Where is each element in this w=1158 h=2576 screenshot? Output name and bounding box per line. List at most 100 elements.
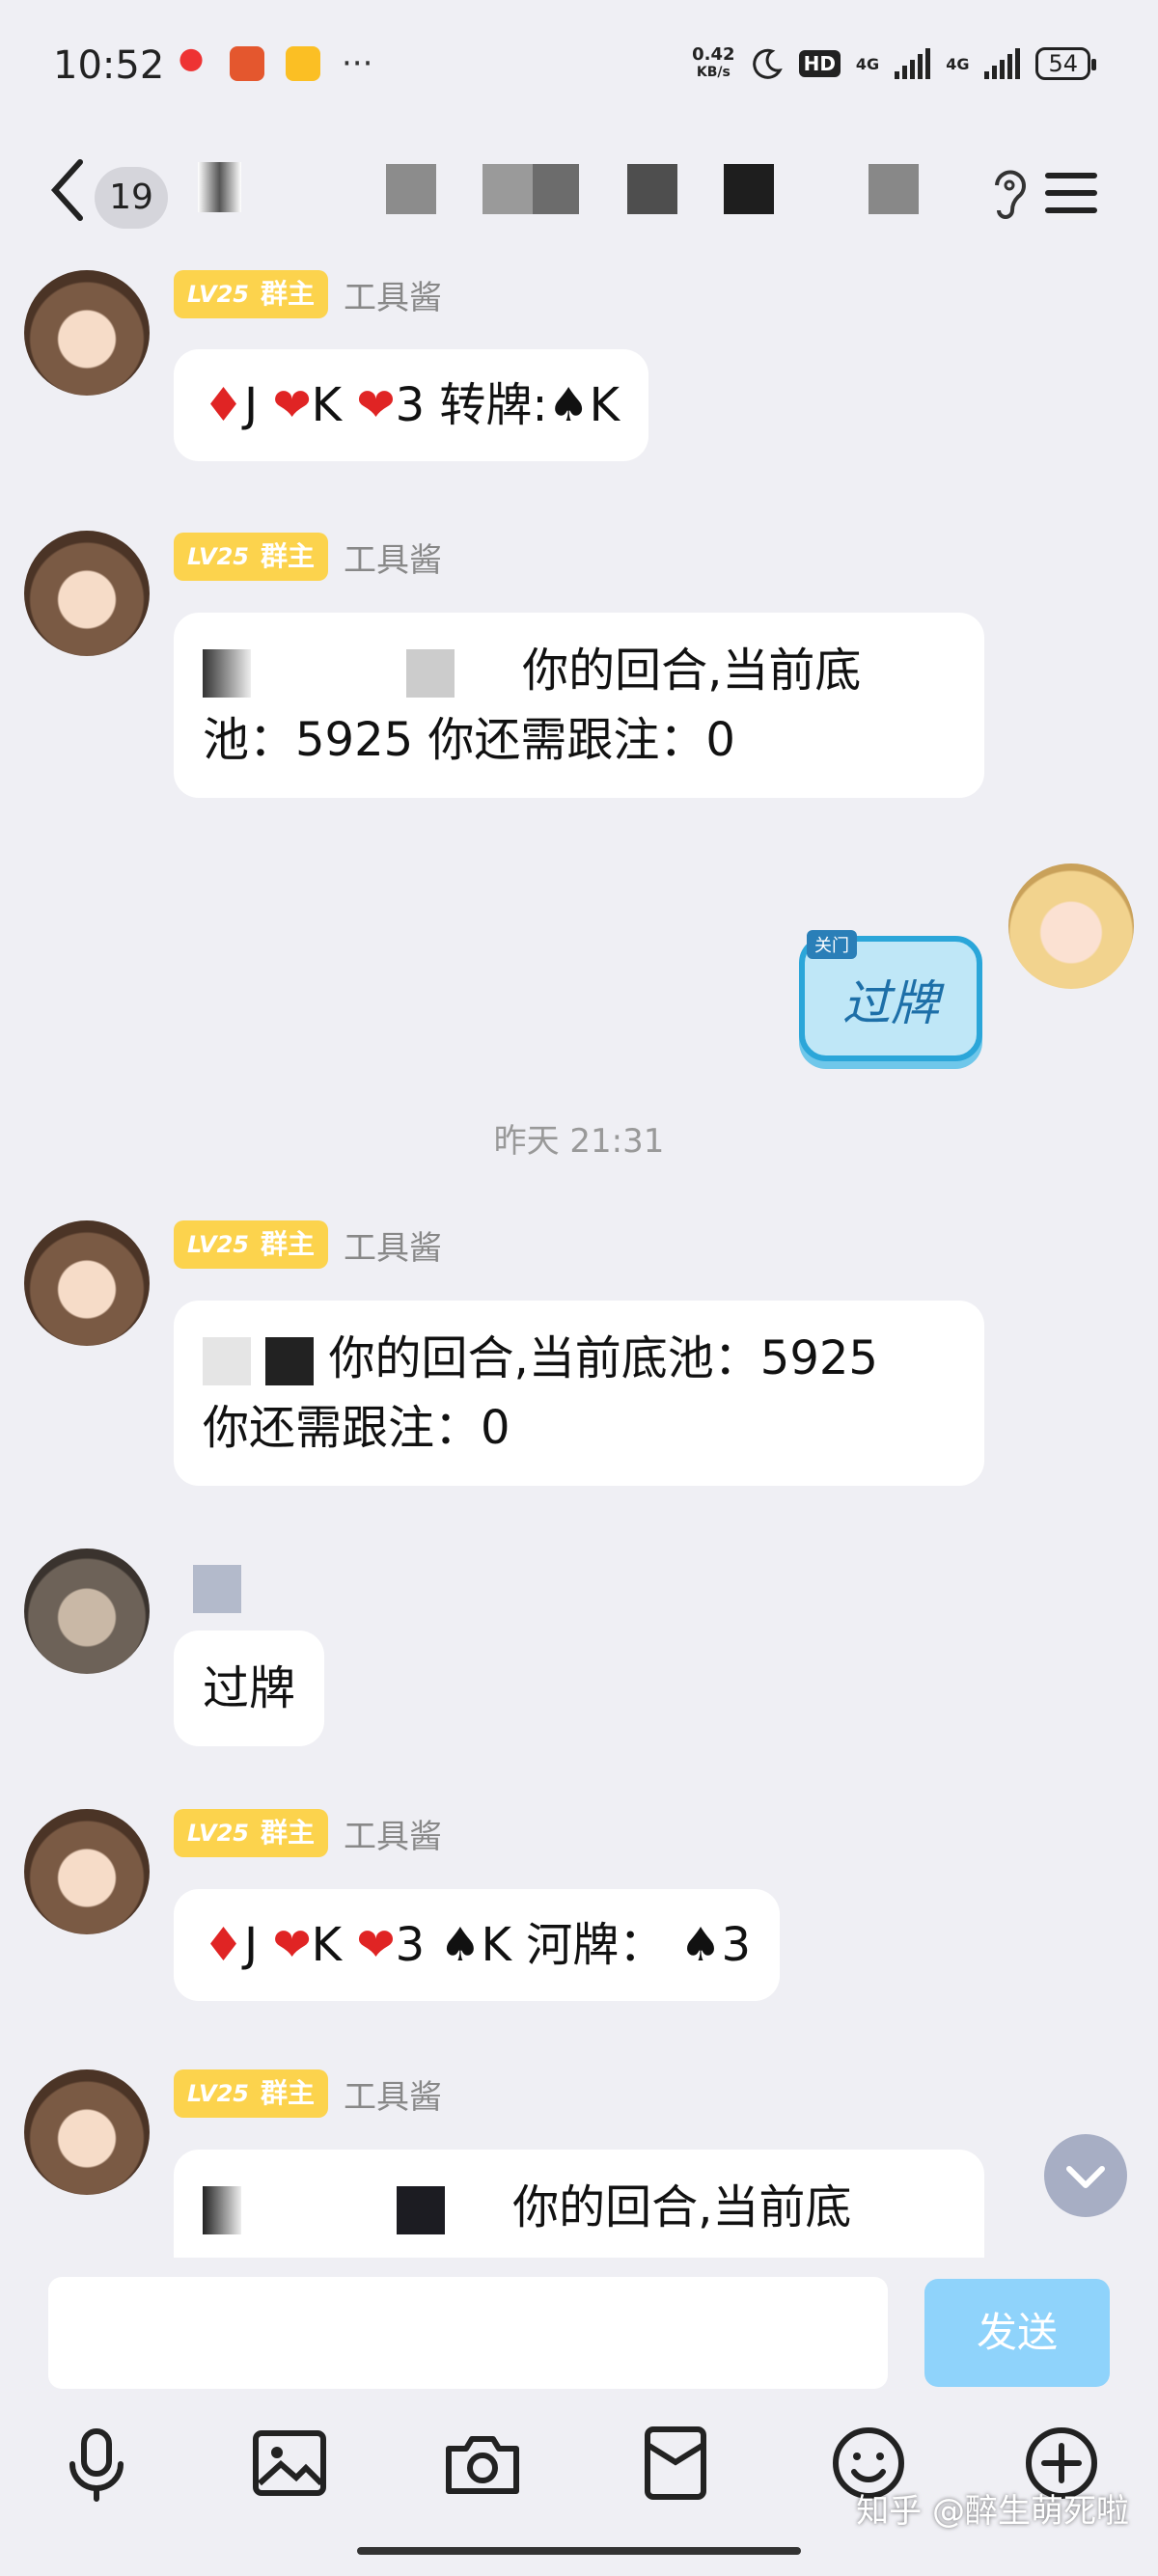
message-text: 你的回合,当前底 bbox=[522, 644, 862, 698]
level-text: LV25 bbox=[187, 2080, 249, 2107]
level-badge: LV25 群主 bbox=[174, 1809, 328, 1857]
watermark: 知乎 @醉生萌死啦 bbox=[856, 2492, 1129, 2531]
sender-name: 工具酱 bbox=[343, 278, 442, 317]
level-badge: LV25 群主 bbox=[174, 533, 328, 581]
red-packet-icon[interactable] bbox=[632, 2420, 719, 2507]
avatar-bot[interactable] bbox=[24, 2069, 150, 2195]
signal-strength-1-icon bbox=[895, 48, 931, 79]
avatar-bot[interactable] bbox=[24, 270, 150, 396]
message-bubble[interactable]: 过牌 bbox=[174, 1631, 325, 1746]
message-text: ♦J ❤K ❤3 转牌:♠K bbox=[203, 378, 620, 432]
role-text: 群主 bbox=[260, 1228, 315, 1260]
message-line: 你的回合,当前底 bbox=[203, 2173, 955, 2242]
message-input[interactable] bbox=[48, 2277, 888, 2389]
redacted-mention bbox=[405, 649, 455, 698]
send-button[interactable]: 发送 bbox=[924, 2279, 1110, 2387]
sender-row: LV25 群主 工具酱 bbox=[174, 533, 442, 581]
redaction-block bbox=[627, 164, 677, 214]
redaction-block bbox=[386, 164, 436, 214]
net-speed: 0.42 KB/s bbox=[692, 46, 734, 81]
level-badge: LV25 群主 bbox=[174, 1220, 328, 1269]
message-line: 你的回合,当前底池：5925 bbox=[203, 1324, 955, 1393]
message-line: 你的回合,当前底 bbox=[203, 636, 955, 705]
sender-name: 工具酱 bbox=[343, 1817, 442, 1856]
net-speed-value: 0.42 bbox=[692, 44, 735, 65]
message-bubble[interactable]: ♦J ❤K ❤3 转牌:♠K bbox=[174, 349, 649, 461]
level-badge: LV25 群主 bbox=[174, 2069, 328, 2118]
redaction-block bbox=[724, 164, 774, 214]
avatar-cat[interactable] bbox=[24, 1548, 150, 1674]
level-text: LV25 bbox=[187, 1820, 249, 1847]
message-bubble[interactable]: 你的回合,当前底 池：5925 你还需跟注：0 bbox=[174, 613, 984, 798]
image-icon[interactable] bbox=[246, 2420, 333, 2507]
unread-count-badge[interactable]: 19 bbox=[95, 167, 168, 229]
redacted-mention bbox=[265, 649, 392, 698]
message-bubble[interactable]: 你的回合,当前底池：5925 你还需跟注：0 bbox=[174, 1301, 984, 1486]
chat-header: 19 bbox=[0, 135, 1158, 260]
redacted-sender-name bbox=[193, 1565, 241, 1613]
message-bubble[interactable]: 你的回合,当前底 bbox=[174, 2150, 984, 2258]
redaction-block bbox=[868, 164, 919, 214]
avatar-self[interactable] bbox=[1008, 863, 1134, 989]
net-speed-unit: KB/s bbox=[696, 65, 731, 80]
redacted-mention bbox=[203, 649, 251, 698]
sender-name: 工具酱 bbox=[343, 540, 442, 580]
avatar-bot[interactable] bbox=[24, 1809, 150, 1934]
redacted-mention bbox=[256, 2186, 382, 2234]
sender-row: LV25 群主 工具酱 bbox=[174, 1220, 442, 1269]
redacted-mention bbox=[203, 1337, 251, 1385]
redacted-mention bbox=[468, 649, 508, 698]
role-text: 群主 bbox=[260, 1817, 315, 1849]
system-indicators: 0.42 KB/s HD 4G 4G 54 bbox=[692, 46, 1096, 81]
sender-row: LV25 群主 工具酱 bbox=[174, 1809, 442, 1857]
avatar-bot[interactable] bbox=[24, 1220, 150, 1346]
message-bubble[interactable]: ♦J ❤K ❤3 ♠K 河牌： ♠3 bbox=[174, 1889, 781, 2001]
signal-strength-2-icon bbox=[984, 48, 1021, 79]
notification-icons: ··· bbox=[174, 46, 372, 81]
camera-icon[interactable] bbox=[439, 2420, 526, 2507]
sticker-tag: 关门 bbox=[807, 930, 857, 959]
redacted-mention bbox=[458, 2186, 498, 2234]
role-text: 群主 bbox=[260, 540, 315, 572]
scroll-to-bottom-button[interactable] bbox=[1044, 2134, 1127, 2217]
ear-mode-icon[interactable] bbox=[989, 164, 1028, 222]
sender-row: LV25 群主 工具酱 bbox=[174, 2069, 442, 2118]
home-indicator[interactable] bbox=[357, 2547, 801, 2555]
redacted-mention bbox=[203, 2186, 241, 2234]
message-list[interactable]: LV25 群主 工具酱 ♦J ❤K ❤3 转牌:♠K LV25 群主 工具酱 你的回… bbox=[0, 260, 1158, 2258]
sender-row: LV25 群主 工具酱 bbox=[174, 270, 442, 318]
redaction-block bbox=[482, 164, 533, 214]
message-text: 你还需跟注：0 bbox=[203, 1401, 510, 1455]
more-notifications-icon: ··· bbox=[342, 44, 373, 83]
level-badge: LV25 群主 bbox=[174, 270, 328, 318]
sticker-message[interactable]: 关门 过牌 bbox=[799, 930, 982, 1061]
avatar-bot[interactable] bbox=[24, 531, 150, 656]
back-arrow-icon[interactable] bbox=[43, 156, 92, 224]
status-time: 10:52 bbox=[53, 43, 165, 88]
redaction-block bbox=[198, 162, 241, 212]
menu-icon[interactable] bbox=[1042, 164, 1100, 222]
signal-label-1: 4G bbox=[855, 54, 880, 73]
role-text: 群主 bbox=[260, 278, 315, 310]
battery-indicator: 54 bbox=[1035, 47, 1096, 80]
timestamp: 昨天 21:31 bbox=[493, 1122, 665, 1161]
microphone-icon[interactable] bbox=[53, 2420, 140, 2507]
sender-name: 工具酱 bbox=[343, 2077, 442, 2117]
moon-icon bbox=[752, 48, 783, 79]
sender-name: 工具酱 bbox=[343, 1228, 442, 1268]
sticker-text: 过牌 bbox=[842, 975, 939, 1031]
message-text: ♦J ❤K ❤3 ♠K 河牌： ♠3 bbox=[203, 1918, 752, 1972]
taobao-app-icon bbox=[230, 46, 264, 81]
redaction-block bbox=[533, 164, 579, 214]
level-text: LV25 bbox=[187, 543, 249, 570]
level-text: LV25 bbox=[187, 1231, 249, 1258]
message-text: 你的回合,当前底 bbox=[512, 2180, 852, 2234]
map-app-icon bbox=[174, 46, 208, 81]
notes-app-icon bbox=[286, 46, 320, 81]
redacted-mention bbox=[396, 2186, 445, 2234]
role-text: 群主 bbox=[260, 2077, 315, 2109]
signal-label-2: 4G bbox=[946, 54, 970, 73]
chevron-down-icon bbox=[1066, 2166, 1105, 2188]
redacted-mention bbox=[265, 1337, 315, 1385]
message-text: 过牌 bbox=[203, 1661, 296, 1715]
